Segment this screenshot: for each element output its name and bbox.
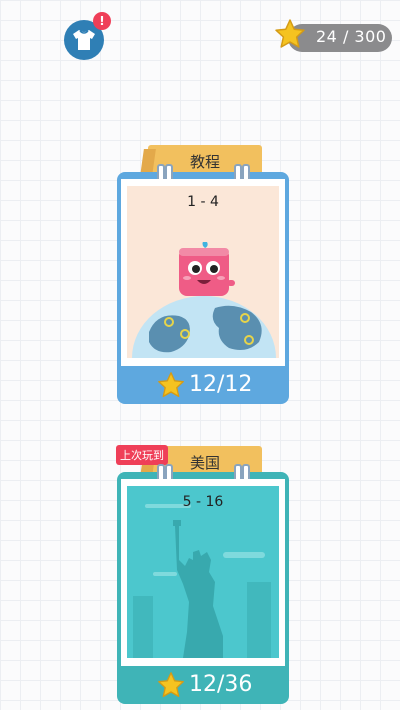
star-icon bbox=[158, 372, 184, 398]
star-icon bbox=[275, 19, 305, 48]
level-range: 5 - 16 bbox=[182, 494, 224, 510]
cube-mascot bbox=[179, 242, 235, 296]
level-progress: 12/36 bbox=[189, 672, 253, 697]
level-card-tutorial[interactable]: 1 - 4 12/12 bbox=[117, 164, 289, 404]
level-picture bbox=[127, 486, 279, 658]
level-progress: 12/12 bbox=[189, 372, 253, 397]
last-played-tag: 上次玩到 bbox=[116, 445, 168, 465]
tshirt-icon bbox=[73, 30, 95, 50]
star-total: 24 / 300 bbox=[316, 27, 387, 46]
level-range: 1 - 4 bbox=[187, 194, 219, 210]
level-picture bbox=[127, 186, 279, 358]
statue-of-liberty-illustration bbox=[133, 504, 271, 658]
level-card-usa[interactable]: 5 - 16 12/36 bbox=[117, 464, 289, 704]
star-icon bbox=[158, 672, 184, 698]
notification-badge: ! bbox=[93, 12, 111, 30]
